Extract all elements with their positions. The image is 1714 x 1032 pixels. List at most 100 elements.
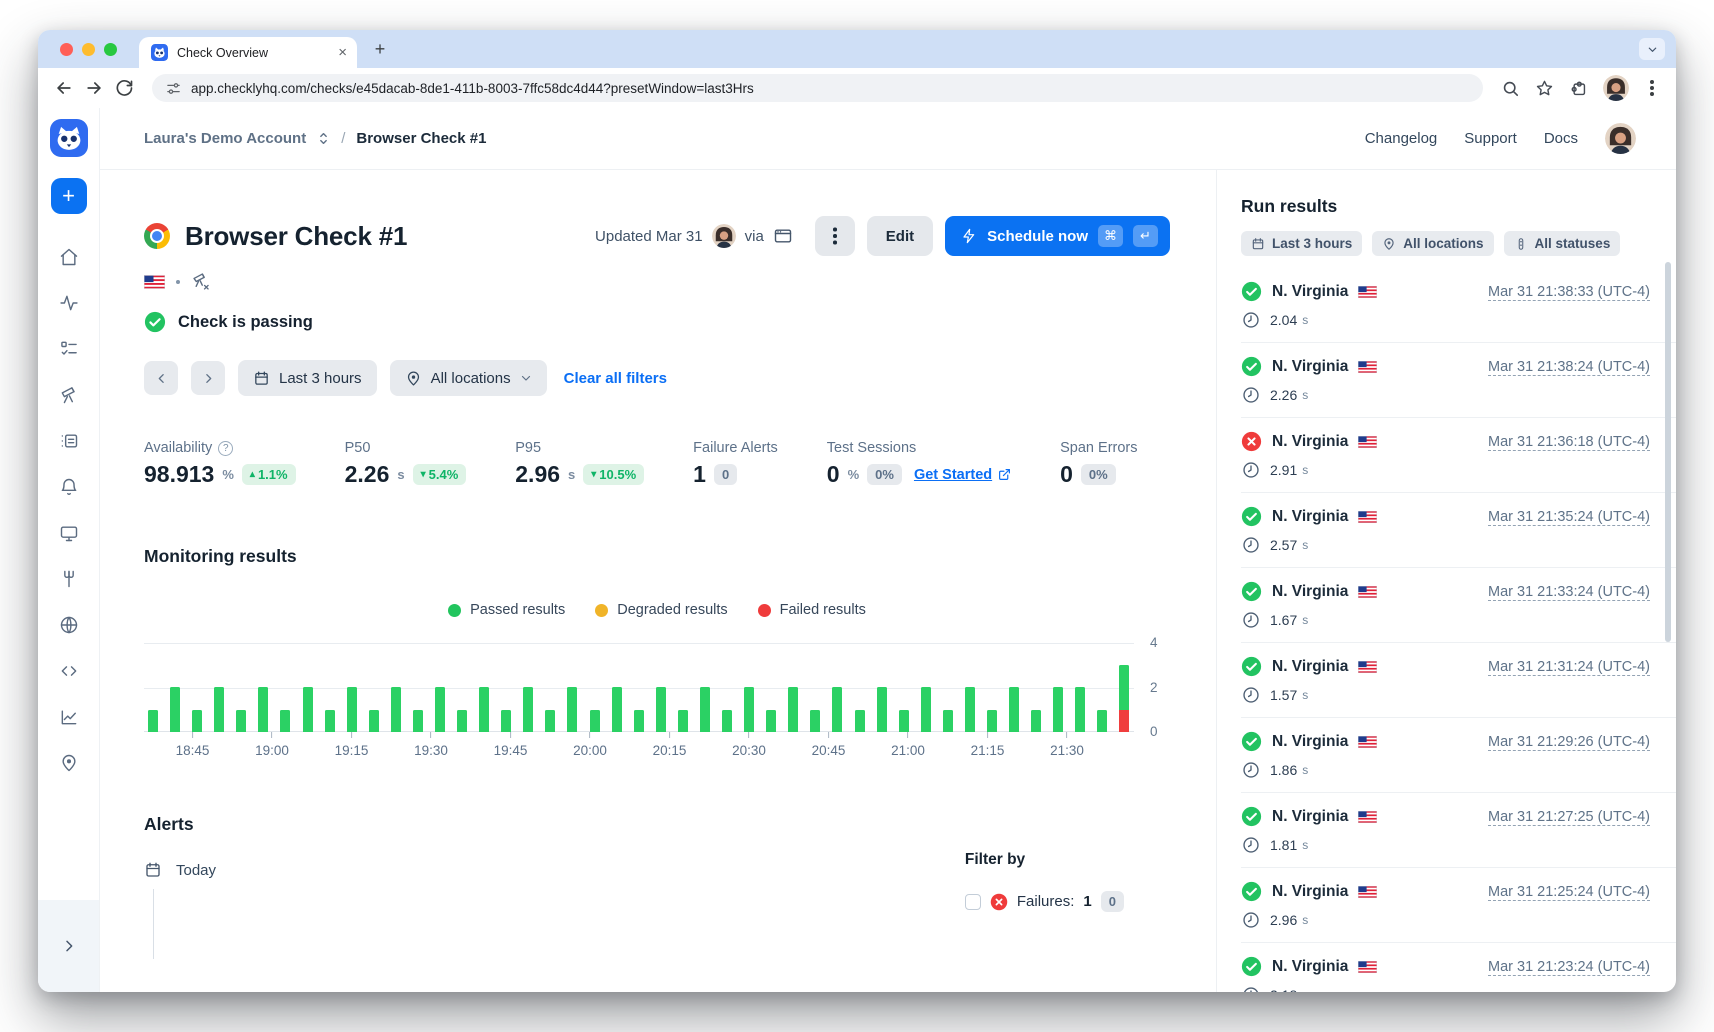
run-result-item[interactable]: N. Virginia Mar 31 21:33:24 (UTC-4) 1.67… — [1241, 568, 1676, 643]
chart-bar[interactable] — [280, 710, 290, 732]
browser-profile-avatar[interactable] — [1603, 75, 1629, 101]
failures-checkbox[interactable] — [965, 894, 981, 910]
forward-icon[interactable] — [84, 78, 104, 98]
logs-icon[interactable] — [59, 431, 79, 451]
run-result-item[interactable]: N. Virginia Mar 31 21:29:26 (UTC-4) 1.86… — [1241, 718, 1676, 793]
time-range-filter[interactable]: Last 3 hours — [238, 360, 377, 396]
chart-bar[interactable] — [788, 687, 798, 732]
sidebar-collapse[interactable] — [38, 900, 99, 992]
chart-bar[interactable] — [678, 710, 688, 732]
chart-bar[interactable] — [832, 687, 842, 732]
chart-bar[interactable] — [457, 710, 467, 732]
chart-bar[interactable] — [435, 687, 445, 732]
tab-strip-chevron-icon[interactable] — [1639, 38, 1665, 60]
run-result-item[interactable]: N. Virginia Mar 31 21:38:24 (UTC-4) 2.26… — [1241, 343, 1676, 418]
browser-menu-icon[interactable] — [1650, 86, 1654, 90]
account-switcher[interactable]: Laura's Demo Account — [144, 130, 306, 147]
edit-button[interactable]: Edit — [867, 216, 933, 256]
fullscreen-window-button[interactable] — [104, 43, 117, 56]
chart-bar[interactable] — [567, 687, 577, 732]
run-filter-time[interactable]: Last 3 hours — [1241, 231, 1362, 256]
chart-bar[interactable] — [612, 687, 622, 732]
checkly-logo[interactable] — [50, 119, 88, 157]
more-options-button[interactable] — [815, 216, 855, 256]
run-timestamp-link[interactable]: Mar 31 21:33:24 (UTC-4) — [1488, 584, 1650, 600]
chart-bar[interactable] — [766, 710, 776, 732]
chart-bar[interactable] — [325, 710, 335, 732]
run-list-scrollbar[interactable] — [1665, 262, 1671, 642]
telescope-icon[interactable] — [59, 385, 79, 405]
topnav-link-docs[interactable]: Docs — [1544, 130, 1578, 147]
home-icon[interactable] — [59, 247, 79, 267]
close-window-button[interactable] — [60, 43, 73, 56]
locations-icon[interactable] — [59, 753, 79, 773]
chart-bar[interactable] — [501, 710, 511, 732]
topnav-link-changelog[interactable]: Changelog — [1365, 130, 1438, 147]
run-timestamp-link[interactable]: Mar 31 21:23:24 (UTC-4) — [1488, 959, 1650, 975]
clear-filters-link[interactable]: Clear all filters — [564, 370, 667, 387]
run-timestamp-link[interactable]: Mar 31 21:31:24 (UTC-4) — [1488, 659, 1650, 675]
chart-bar[interactable] — [899, 710, 909, 732]
chart-bar[interactable] — [545, 710, 555, 732]
chart-bar[interactable] — [303, 687, 313, 732]
chart-bar[interactable] — [700, 687, 710, 732]
run-filter-locations[interactable]: All locations — [1372, 231, 1493, 256]
account-switcher-chevrons-icon[interactable] — [317, 131, 330, 146]
run-filter-statuses[interactable]: All statuses — [1504, 231, 1621, 256]
chart-bar[interactable] — [1031, 710, 1041, 732]
new-tab-button[interactable]: + — [367, 36, 393, 62]
activity-icon[interactable] — [59, 293, 79, 313]
run-result-item[interactable]: N. Virginia Mar 31 21:35:24 (UTC-4) 2.57… — [1241, 493, 1676, 568]
code-icon[interactable] — [59, 661, 79, 681]
bookmark-star-icon[interactable] — [1535, 79, 1554, 98]
run-result-item[interactable]: N. Virginia Mar 31 21:31:24 (UTC-4) 1.57… — [1241, 643, 1676, 718]
locations-filter[interactable]: All locations — [390, 360, 547, 396]
chart-bar[interactable] — [656, 687, 666, 732]
chart-bar[interactable] — [148, 710, 158, 732]
chart-bar[interactable] — [236, 710, 246, 732]
back-icon[interactable] — [54, 78, 74, 98]
chart-bar[interactable] — [391, 687, 401, 732]
chart-bar[interactable] — [413, 710, 423, 732]
chart-bar[interactable] — [987, 710, 997, 732]
run-timestamp-link[interactable]: Mar 31 21:35:24 (UTC-4) — [1488, 509, 1650, 525]
minimize-window-button[interactable] — [82, 43, 95, 56]
extensions-icon[interactable] — [1569, 79, 1588, 98]
chart-bar[interactable] — [943, 710, 953, 732]
run-timestamp-link[interactable]: Mar 31 21:25:24 (UTC-4) — [1488, 884, 1650, 900]
run-result-item[interactable]: N. Virginia Mar 31 21:38:33 (UTC-4) 2.04… — [1241, 268, 1676, 343]
checks-icon[interactable] — [59, 339, 79, 359]
run-timestamp-link[interactable]: Mar 31 21:38:24 (UTC-4) — [1488, 359, 1650, 375]
chart-bar[interactable] — [192, 710, 202, 732]
create-button[interactable]: + — [51, 178, 87, 214]
chart-bar[interactable] — [1053, 687, 1063, 732]
chart-bar[interactable] — [347, 687, 357, 732]
reload-icon[interactable] — [114, 78, 134, 98]
chart-bar[interactable] — [810, 710, 820, 732]
browser-tab[interactable]: Check Overview × — [139, 37, 357, 68]
chart-bar[interactable] — [170, 687, 180, 732]
tab-close-icon[interactable]: × — [338, 45, 347, 60]
run-result-item[interactable]: N. Virginia Mar 31 21:25:24 (UTC-4) 2.96… — [1241, 868, 1676, 943]
dashboards-icon[interactable] — [59, 523, 79, 543]
chart-bar[interactable] — [634, 710, 644, 732]
chart-bar[interactable] — [877, 687, 887, 732]
run-result-item[interactable]: N. Virginia Mar 31 21:27:25 (UTC-4) 1.81… — [1241, 793, 1676, 868]
wrench-icon[interactable] — [59, 569, 79, 589]
run-timestamp-link[interactable]: Mar 31 21:36:18 (UTC-4) — [1488, 434, 1650, 450]
get-started-link[interactable]: Get Started — [914, 467, 1011, 483]
tune-icon[interactable] — [166, 81, 181, 96]
chart-bar[interactable] — [1009, 687, 1019, 732]
chart-bar[interactable] — [1075, 687, 1085, 732]
bell-icon[interactable] — [59, 477, 79, 497]
address-bar[interactable]: app.checklyhq.com/checks/e45dacab-8de1-4… — [152, 74, 1483, 102]
analytics-icon[interactable] — [59, 707, 79, 727]
run-result-item[interactable]: N. Virginia Mar 31 21:23:24 (UTC-4) 2.18… — [1241, 943, 1676, 992]
chart-bar[interactable] — [965, 687, 975, 732]
chart-bar[interactable] — [855, 710, 865, 732]
chart-bar[interactable] — [1119, 665, 1129, 732]
updated-by-avatar[interactable] — [712, 224, 736, 248]
chart-bar[interactable] — [590, 710, 600, 732]
chart-bar[interactable] — [258, 687, 268, 732]
run-timestamp-link[interactable]: Mar 31 21:29:26 (UTC-4) — [1488, 734, 1650, 750]
